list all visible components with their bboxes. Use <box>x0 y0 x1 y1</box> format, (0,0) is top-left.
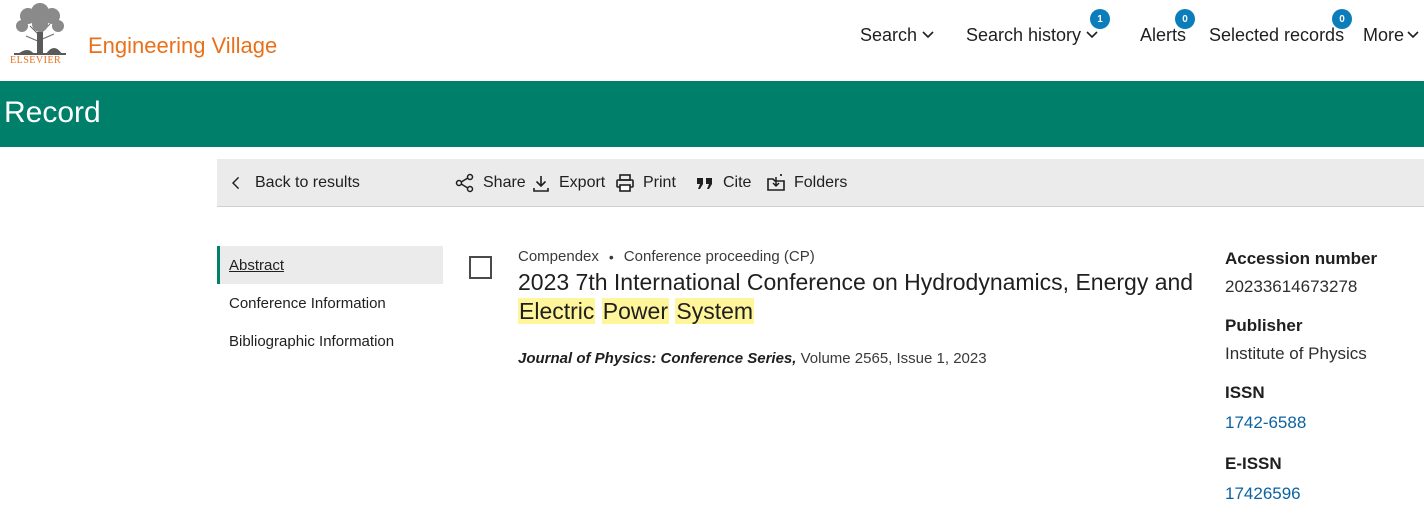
nav-selected-records-label: Selected records <box>1209 24 1345 45</box>
printer-icon <box>616 174 634 192</box>
print-label: Print <box>643 174 676 191</box>
publisher-value: Institute of Physics <box>1225 344 1367 363</box>
highlighted-term: Power <box>601 298 669 324</box>
sidebar-item-label: Conference Information <box>229 294 386 312</box>
sidebar-item-bibliographic-information[interactable]: Bibliographic Information <box>217 322 443 360</box>
folders-label: Folders <box>794 174 848 191</box>
record-toolbar: Back to results Share Export Print Cite … <box>217 159 1424 207</box>
sidebar-item-abstract[interactable]: Abstract <box>217 246 443 284</box>
chevron-left-icon <box>231 176 240 190</box>
record-title-text: 2023 7th International Conference on Hyd… <box>518 269 1194 295</box>
download-icon <box>533 176 549 192</box>
alerts-count-badge: 0 <box>1175 9 1195 29</box>
folders-button[interactable]: Folders <box>766 159 847 207</box>
record-meta: Compendex • Conference proceeding (CP) <box>518 248 815 265</box>
search-history-count-badge: 1 <box>1090 9 1110 29</box>
issn-label: ISSN <box>1225 383 1265 402</box>
nav-search-history-label: Search history <box>966 24 1082 45</box>
quote-icon <box>697 178 712 189</box>
eissn-link[interactable]: 17426596 <box>1225 484 1301 504</box>
cite-label: Cite <box>723 174 752 191</box>
sidebar-item-conference-information[interactable]: Conference Information <box>217 284 443 322</box>
page-title: Record <box>4 96 101 129</box>
export-label: Export <box>559 174 606 191</box>
highlighted-term: System <box>675 298 755 324</box>
chevron-down-icon <box>1086 31 1098 39</box>
folder-add-icon <box>767 174 785 191</box>
accession-number-value: 20233614673278 <box>1225 277 1358 296</box>
app-title[interactable]: Engineering Village <box>88 33 277 59</box>
issn-link[interactable]: 1742-6588 <box>1225 413 1306 433</box>
share-icon <box>455 173 474 193</box>
share-button[interactable]: Share <box>455 159 526 207</box>
select-record-checkbox[interactable] <box>469 256 492 279</box>
nav-more-label: More <box>1363 24 1405 45</box>
export-button[interactable]: Export <box>531 159 605 207</box>
nav-search[interactable]: Search <box>860 22 935 48</box>
share-label: Share <box>483 174 526 191</box>
chevron-down-icon <box>922 31 934 39</box>
journal-name: Journal of Physics: Conference Series, <box>518 350 797 367</box>
highlighted-term: Electric <box>518 298 596 324</box>
top-header: ELSEVIER Engineering Village Search Sear… <box>0 0 1424 81</box>
nav-more[interactable]: More <box>1363 22 1420 48</box>
accession-number-label: Accession number <box>1225 249 1378 268</box>
sidebar-item-label: Bibliographic Information <box>229 332 395 350</box>
nav-search-label: Search <box>860 24 918 45</box>
selected-records-count-badge: 0 <box>1332 9 1352 29</box>
volume-issue-year: Volume 2565, Issue 1, 2023 <box>800 350 987 367</box>
record-source: Journal of Physics: Conference Series, V… <box>518 350 987 367</box>
sidebar-item-label: Abstract <box>229 256 285 274</box>
record-title: 2023 7th International Conference on Hyd… <box>518 268 1198 326</box>
document-type: Conference proceeding (CP) <box>623 248 815 265</box>
publisher-label: Publisher <box>1225 316 1303 335</box>
eissn-label: E-ISSN <box>1225 454 1282 473</box>
chevron-down-icon <box>1407 31 1419 39</box>
nav-selected-records[interactable]: Selected records <box>1209 22 1344 48</box>
back-to-results-label: Back to results <box>255 174 360 191</box>
database-name: Compendex <box>518 248 599 265</box>
separator-dot: • <box>608 248 614 265</box>
elsevier-wordmark: ELSEVIER <box>10 55 62 66</box>
cite-button[interactable]: Cite <box>695 159 751 207</box>
print-button[interactable]: Print <box>615 159 676 207</box>
record-banner <box>0 81 1424 147</box>
back-to-results-button[interactable]: Back to results <box>229 159 360 207</box>
nav-search-history[interactable]: Search history <box>966 22 1099 48</box>
